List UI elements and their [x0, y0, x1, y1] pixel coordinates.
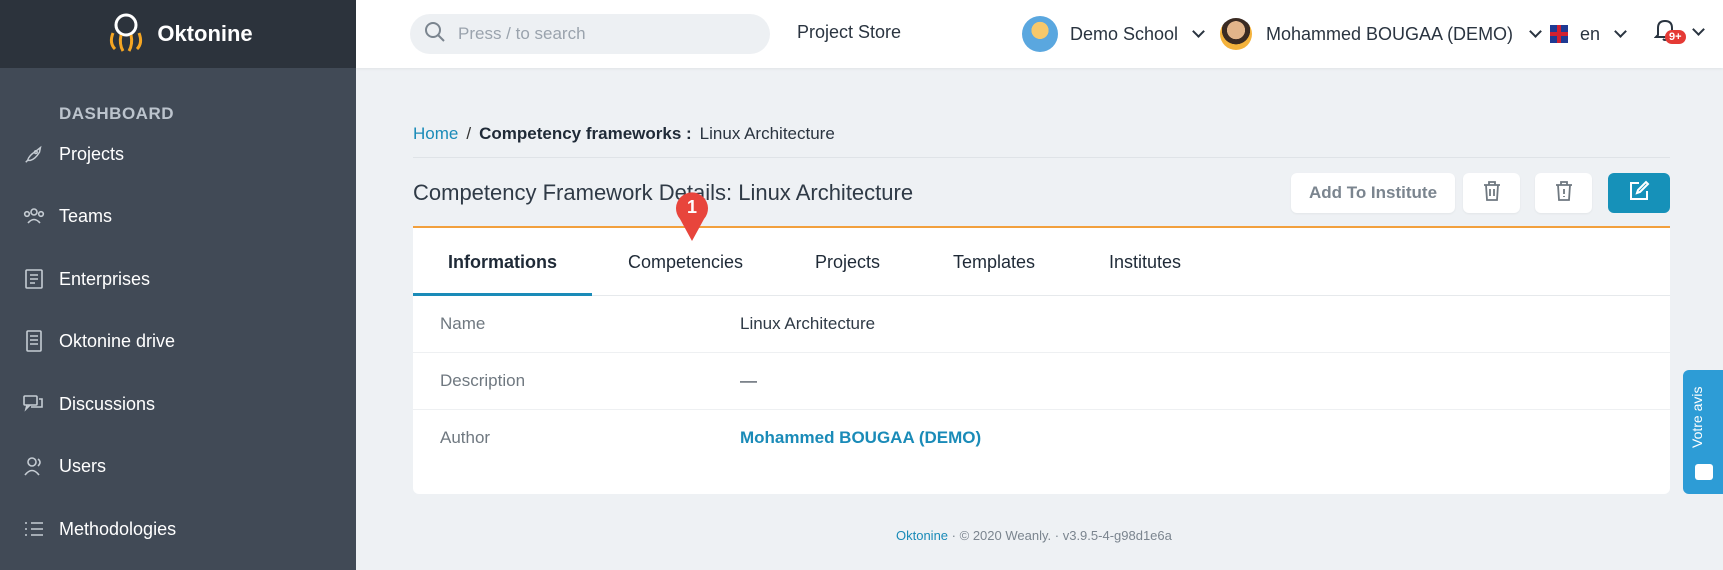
sidebar-item-users[interactable]: Users [0, 446, 356, 486]
tab-projects[interactable]: Projects [815, 252, 880, 273]
detail-value: — [740, 371, 757, 390]
tab-templates[interactable]: Templates [953, 252, 1035, 273]
footer-link[interactable]: Oktonine [896, 528, 948, 543]
detail-row-description: Description — [413, 353, 1670, 410]
step-marker-number: 1 [686, 197, 697, 217]
tab-institutes[interactable]: Institutes [1109, 252, 1181, 273]
footer-separator: · [951, 528, 957, 543]
sidebar-item-label: Teams [59, 205, 113, 226]
detail-row-name: Name Linux Architecture [413, 296, 1670, 353]
sidebar-item-label: Enterprises [59, 268, 151, 289]
sidebar-section-title: DASHBOARD [59, 104, 174, 123]
notifications-button[interactable]: 9+ [1653, 18, 1705, 50]
detail-value: Linux Architecture [740, 314, 876, 333]
chevron-down-icon [1192, 25, 1205, 38]
sidebar-item-label: Methodologies [59, 518, 177, 539]
trash-icon [1482, 180, 1502, 207]
sidebar: Oktonine DASHBOARD Projects Teams Enterp… [0, 0, 356, 570]
rocket-icon [22, 142, 46, 166]
sidebar-item-oktonine-drive[interactable]: Oktonine drive [0, 321, 356, 361]
sidebar-item-label: Oktonine drive [59, 330, 176, 351]
sidebar-item-teams[interactable]: Teams [0, 196, 356, 236]
feedback-label: Votre avis [1689, 386, 1705, 448]
sidebar-item-discussions[interactable]: Discussions [0, 384, 356, 424]
trash-alert-icon [1554, 180, 1574, 207]
notification-badge: 9+ [1665, 30, 1686, 44]
tab-informations[interactable]: Informations [448, 252, 557, 273]
uk-flag-icon [1550, 25, 1568, 43]
author-link[interactable]: Mohammed BOUGAA (DEMO) [740, 428, 981, 448]
feedback-tab[interactable]: Votre avis [1683, 370, 1723, 494]
search-icon [424, 21, 446, 48]
step-marker: 1 [673, 191, 711, 241]
avatar [1220, 18, 1252, 50]
breadcrumb: Home / Competency frameworks : Linux Arc… [413, 124, 835, 144]
footer-version: v3.9.5-4-g98d1e6a [1062, 528, 1172, 543]
breadcrumb-section: Competency frameworks : [479, 124, 692, 143]
footer-copyright: © 2020 Weanly. [959, 528, 1052, 543]
sidebar-item-label: Users [59, 455, 107, 476]
sidebar-item-enterprises[interactable]: Enterprises [0, 259, 356, 299]
breadcrumb-current: Linux Architecture [699, 124, 835, 143]
language-selector[interactable]: en [1550, 14, 1627, 54]
school-selector[interactable]: Demo School [1022, 14, 1205, 54]
topbar: Project Store Demo School Mohammed BOUGA… [356, 0, 1723, 68]
tab-competencies[interactable]: Competencies [628, 252, 743, 273]
edit-button[interactable] [1608, 173, 1670, 213]
user-menu[interactable]: Mohammed BOUGAA (DEMO) [1220, 14, 1542, 54]
team-icon [22, 204, 46, 228]
breadcrumb-separator: / [466, 124, 472, 143]
drive-icon [22, 329, 46, 353]
enterprise-icon [22, 267, 46, 291]
oktonine-logo-icon [103, 11, 149, 58]
chat-icon [1695, 464, 1713, 480]
brand-name: Oktonine [157, 21, 253, 46]
sidebar-item-label: Projects [59, 143, 125, 164]
discussions-icon [22, 392, 46, 416]
footer-separator: · [1054, 528, 1060, 543]
sidebar-item-label: Discussions [59, 393, 156, 414]
divider [413, 157, 1670, 158]
sidebar-item-projects[interactable]: Projects [0, 134, 356, 174]
school-name: Demo School [1070, 23, 1179, 44]
sidebar-item-methodologies[interactable]: Methodologies [0, 509, 356, 549]
breadcrumb-home[interactable]: Home [413, 124, 458, 144]
delete-alert-button[interactable] [1535, 173, 1592, 213]
school-logo-icon [1022, 16, 1058, 52]
details-card: Informations Competencies Projects Templ… [413, 226, 1670, 494]
delete-button[interactable] [1463, 173, 1520, 213]
detail-label: Description [440, 371, 526, 390]
list-icon [22, 517, 46, 541]
project-store-link[interactable]: Project Store [797, 22, 901, 43]
add-to-institute-button[interactable]: Add To Institute [1291, 173, 1455, 213]
search-box[interactable] [410, 14, 770, 54]
search-input[interactable] [458, 24, 748, 44]
language-code: en [1580, 23, 1601, 44]
detail-label: Author [440, 428, 491, 447]
detail-row-author: Author Mohammed BOUGAA (DEMO) [413, 410, 1670, 467]
user-name: Mohammed BOUGAA (DEMO) [1266, 23, 1514, 44]
tab-bar: Informations Competencies Projects Templ… [413, 228, 1670, 296]
chevron-down-icon [1692, 23, 1705, 36]
page-title: Competency Framework Details: Linux Arch… [413, 180, 914, 205]
chevron-down-icon [1529, 25, 1542, 38]
chevron-down-icon [1614, 25, 1627, 38]
edit-icon [1628, 180, 1650, 207]
users-icon [22, 454, 46, 478]
brand[interactable]: Oktonine [0, 0, 356, 68]
footer: Oktonine · © 2020 Weanly. · v3.9.5-4-g98… [896, 528, 1172, 543]
detail-label: Name [440, 314, 486, 333]
